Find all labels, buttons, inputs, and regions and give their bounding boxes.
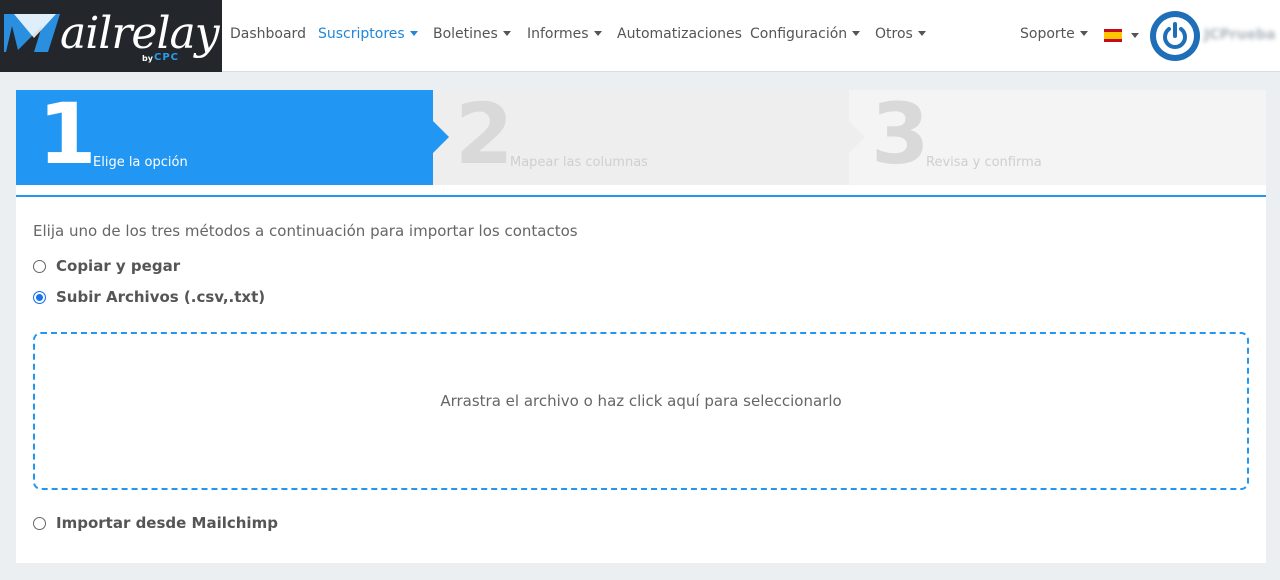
radio-import-mailchimp[interactable] xyxy=(33,517,46,530)
nav-soporte[interactable]: Soporte xyxy=(1020,26,1088,42)
step-label: Revisa y confirma xyxy=(926,155,1042,170)
chevron-down-icon xyxy=(1079,30,1088,36)
radio-copy-paste[interactable] xyxy=(33,260,46,273)
nav-suscriptores-label: Suscriptores xyxy=(318,26,405,42)
radio-upload-files[interactable] xyxy=(33,291,46,304)
nav-boletines[interactable]: Boletines xyxy=(433,26,511,42)
step-2: 2 Mapear las columnas xyxy=(433,85,865,185)
nav-automatizaciones[interactable]: Automatizaciones xyxy=(617,26,742,42)
step-number: 3 xyxy=(871,85,930,183)
step-number: 2 xyxy=(455,85,514,183)
step-1: 1 Elige la opción xyxy=(16,85,449,185)
step-3: 3 Revisa y confirma xyxy=(849,85,1266,185)
chevron-down-icon xyxy=(409,30,418,36)
chevron-down-icon xyxy=(593,30,602,36)
username[interactable]: JCPrueba xyxy=(1204,27,1276,43)
nav-configuracion-label: Configuración xyxy=(750,26,848,42)
wizard-steps: 1 Elige la opción 2 Mapear las columnas … xyxy=(16,85,1266,185)
nav-informes-label: Informes xyxy=(527,26,589,42)
option-label: Subir Archivos (.csv,.txt) xyxy=(56,288,266,306)
chevron-down-icon xyxy=(502,30,511,36)
logo-by-text: by xyxy=(142,54,153,63)
nav-informes[interactable]: Informes xyxy=(527,26,602,42)
nav-dashboard[interactable]: Dashboard xyxy=(230,26,306,42)
spain-flag-icon[interactable] xyxy=(1104,29,1122,42)
top-navbar: ailrelay by CPC Dashboard Suscriptores B… xyxy=(0,0,1280,72)
import-instructions: Elija uno de los tres métodos a continua… xyxy=(33,222,578,240)
nav-otros-label: Otros xyxy=(875,26,913,42)
file-dropzone[interactable]: Arrastra el archivo o haz click aquí par… xyxy=(33,332,1249,490)
option-label: Importar desde Mailchimp xyxy=(56,514,278,532)
mail-envelope-icon xyxy=(4,14,60,52)
nav-configuracion[interactable]: Configuración xyxy=(750,26,861,42)
logo-text: ailrelay xyxy=(60,8,220,59)
option-label: Copiar y pegar xyxy=(56,257,181,275)
nav-boletines-label: Boletines xyxy=(433,26,498,42)
step-number: 1 xyxy=(38,85,97,183)
steps-divider xyxy=(16,195,1266,197)
dropzone-text: Arrastra el archivo o haz click aquí par… xyxy=(440,392,842,410)
step-label: Mapear las columnas xyxy=(510,155,648,170)
nav-otros[interactable]: Otros xyxy=(875,26,926,42)
chevron-down-icon xyxy=(852,30,861,36)
nav-soporte-label: Soporte xyxy=(1020,26,1075,42)
nav-suscriptores[interactable]: Suscriptores xyxy=(318,26,418,42)
language-chevron-down-icon[interactable] xyxy=(1131,33,1139,38)
mailrelay-logo[interactable]: ailrelay by CPC xyxy=(0,0,222,72)
step-label: Elige la opción xyxy=(93,155,188,170)
avatar[interactable] xyxy=(1150,11,1200,61)
chevron-down-icon xyxy=(917,30,926,36)
power-icon xyxy=(1163,22,1187,49)
import-card: 1 Elige la opción 2 Mapear las columnas … xyxy=(16,85,1266,563)
logo-cpc-text: CPC xyxy=(154,52,180,63)
